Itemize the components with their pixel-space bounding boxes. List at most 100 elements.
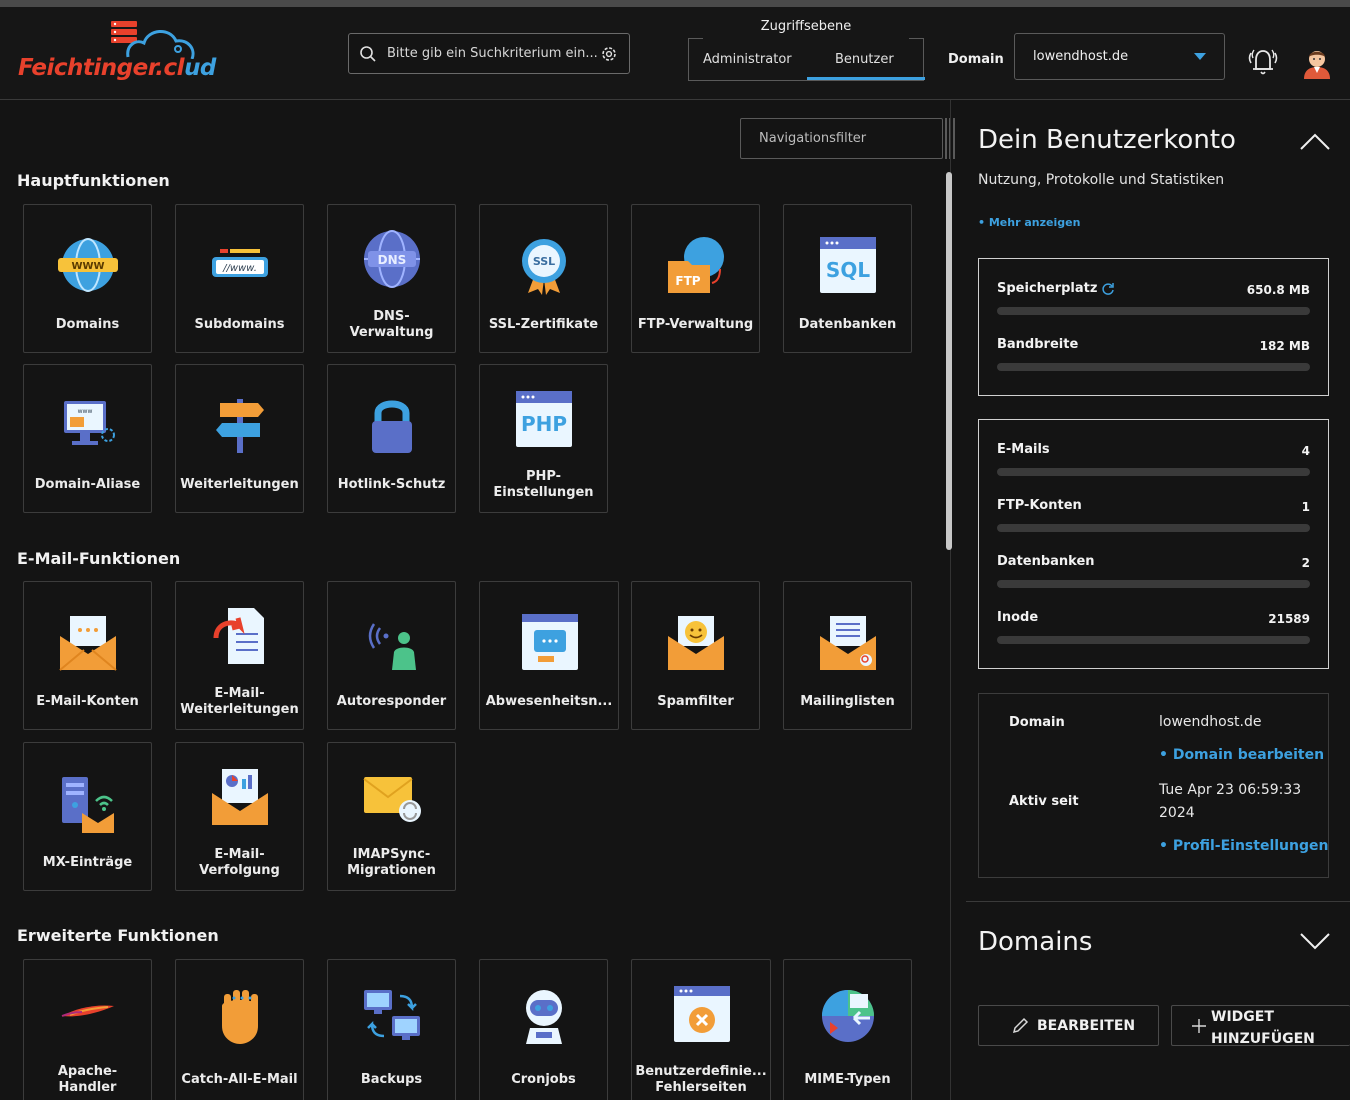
tile-label: FTP-Verwaltung	[637, 317, 754, 332]
show-more-link[interactable]: • Mehr anzeigen	[978, 216, 1080, 229]
section-title-advanced: Erweiterte Funktionen	[17, 926, 219, 945]
tile-mx-eintraege[interactable]: MX-Einträge	[23, 742, 152, 891]
tile-label: Mailinglisten	[800, 694, 895, 709]
access-level-tabs: Administrator Benutzer	[688, 38, 925, 81]
tile-hotlink-schutz[interactable]: Hotlink-Schutz	[327, 364, 456, 513]
tile-e-mail-weiterleitungen[interactable]: E-Mail- Weiterleitungen	[175, 581, 304, 730]
tile-label: Datenbanken	[798, 317, 897, 332]
tile-cronjobs[interactable]: Cronjobs	[479, 959, 608, 1100]
navigation-filter-input[interactable]: Navigationsfilter	[740, 118, 943, 159]
edit-button[interactable]: BEARBEITEN	[978, 1005, 1159, 1046]
tile-backups[interactable]: Backups	[327, 959, 456, 1100]
tile-label: Autoresponder	[336, 694, 447, 709]
tile-apache-handler[interactable]: Apache- Handler	[23, 959, 152, 1100]
domain-alias-monitor-icon: www	[64, 401, 115, 445]
count-progress-bar	[997, 636, 1310, 644]
stat-value: 182 MB	[1259, 339, 1310, 353]
tile-e-mail-konten[interactable]: E-Mail-Konten	[23, 581, 152, 730]
refresh-icon[interactable]	[1101, 282, 1115, 296]
edit-domain-link[interactable]: • Domain bearbeiten	[1159, 747, 1324, 763]
account-panel-subtitle: Nutzung, Protokolle und Statistiken	[978, 172, 1225, 188]
backups-computers-icon	[364, 990, 420, 1040]
tile-label: E-Mail- Verfolgung	[199, 847, 280, 878]
window-top-strip	[0, 0, 1350, 7]
tile-label: IMAPSync- Migrationen	[347, 847, 436, 878]
tile-ftp-verwaltung[interactable]: FTP FTP-Verwaltung	[631, 204, 760, 353]
tile-ssl-zertifikate[interactable]: SSL SSL-Zertifikate	[479, 204, 608, 353]
access-level-switch: Zugriffsebene Administrator Benutzer	[688, 19, 925, 81]
tab-administrator[interactable]: Administrator	[703, 52, 792, 67]
tile-php-einstellungen[interactable]: PHP PHP- Einstellungen	[479, 364, 608, 513]
tile-abwesenheitsnotiz[interactable]: Abwesenheitsn...	[479, 581, 619, 730]
mx-server-icon	[62, 777, 114, 833]
tile-label: Weiterleitungen	[180, 477, 299, 492]
count-progress-bar	[997, 524, 1310, 532]
brand-logo[interactable]: Feichtinger.clud	[18, 19, 233, 89]
domain-select-label: Domain	[948, 52, 1004, 67]
mail-tracking-envelope-icon	[212, 769, 268, 825]
tile-label: MX-Einträge	[42, 855, 133, 870]
profile-settings-link[interactable]: • Profil-Einstellungen	[1159, 838, 1328, 854]
tile-label: E-Mail- Weiterleitungen	[180, 686, 299, 717]
tile-subdomains[interactable]: //www. Subdomains	[175, 204, 304, 353]
subdomain-bar-icon: //www.	[212, 249, 268, 277]
info-domain-label: Domain	[1009, 715, 1065, 730]
count-stat-emails: E-Mails 4	[997, 442, 1310, 476]
svg-text:FTP: FTP	[675, 274, 700, 288]
tab-benutzer[interactable]: Benutzer	[835, 52, 894, 67]
gear-icon[interactable]	[600, 45, 618, 63]
count-progress-bar	[997, 468, 1310, 476]
search-box[interactable]: Bitte gib ein Suchkriterium ein...	[348, 33, 630, 74]
tile-label: Backups	[360, 1072, 423, 1087]
mime-types-icon	[822, 990, 874, 1042]
tile-dns-verwaltung[interactable]: DNS DNS- Verwaltung	[327, 204, 456, 353]
stat-name: Bandbreite	[997, 337, 1079, 352]
add-widget-label-line2: HINZUFÜGEN	[1211, 1031, 1315, 1047]
usage-stat-bandwidth: Bandbreite 182 MB	[997, 337, 1310, 371]
count-stat-ftp: FTP-Konten 1	[997, 498, 1310, 532]
stat-value: 650.8 MB	[1246, 283, 1310, 297]
catch-all-hand-icon	[222, 990, 258, 1044]
avatar[interactable]	[1301, 45, 1333, 79]
ssl-badge-icon: SSL	[522, 239, 566, 295]
domains-panel-title: Domains	[978, 927, 1093, 957]
tile-domain-aliase[interactable]: www Domain-Aliase	[23, 364, 152, 513]
tile-domains[interactable]: WWW Domains	[23, 204, 152, 353]
search-input[interactable]: Bitte gib ein Suchkriterium ein...	[387, 46, 598, 61]
tile-mime-typen[interactable]: MIME-Typen	[783, 959, 912, 1100]
active-tab-indicator	[807, 77, 925, 80]
stat-name: Speicherplatz	[997, 281, 1098, 296]
ftp-folder-icon: FTP	[668, 237, 724, 293]
scrollbar-thumb[interactable]	[946, 172, 952, 550]
tile-catch-all-e-mail[interactable]: Catch-All-E-Mail	[175, 959, 304, 1100]
alarm-bell-icon[interactable]	[1246, 45, 1280, 77]
sql-window-icon: SQL	[820, 237, 876, 293]
tile-e-mail-verfolgung[interactable]: E-Mail- Verfolgung	[175, 742, 304, 891]
tile-datenbanken[interactable]: SQL Datenbanken	[783, 204, 912, 353]
tile-label: Abwesenheitsn...	[485, 694, 613, 709]
add-widget-button[interactable]: WIDGET HINZUFÜGEN	[1171, 1005, 1350, 1047]
spamfilter-envelope-icon	[668, 616, 724, 670]
tile-label: DNS- Verwaltung	[349, 309, 434, 340]
count-stat-databases: Datenbanken 2	[997, 554, 1310, 588]
chevron-up-icon[interactable]	[1299, 131, 1331, 151]
active-date-line: Tue Apr 23 06:59:33	[1159, 782, 1302, 798]
php-window-icon: PHP	[516, 391, 572, 447]
tile-label: Cronjobs	[511, 1072, 576, 1087]
tile-spamfilter[interactable]: Spamfilter	[631, 581, 760, 730]
chevron-down-icon[interactable]	[1299, 932, 1331, 952]
usage-progress-bar	[997, 307, 1310, 315]
count-stat-inode: Inode 21589	[997, 610, 1310, 644]
pencil-icon	[1012, 1017, 1029, 1034]
domain-select[interactable]: lowendhost.de	[1014, 33, 1225, 80]
tile-benutzerdefinierte-fehlerseiten[interactable]: Benutzerdefinie... Fehlerseiten	[631, 959, 771, 1100]
usage-stat-storage: Speicherplatz 650.8 MB	[997, 281, 1310, 315]
panel-resize-handle[interactable]	[943, 118, 955, 159]
tile-imapsync-migrationen[interactable]: IMAPSync- Migrationen	[327, 742, 456, 891]
svg-text:SSL: SSL	[533, 255, 555, 268]
tile-mailinglisten[interactable]: Mailinglisten	[783, 581, 912, 730]
tile-weiterleitungen[interactable]: Weiterleitungen	[175, 364, 304, 513]
tile-label: PHP- Einstellungen	[493, 469, 594, 500]
tile-autoresponder[interactable]: Autoresponder	[327, 581, 456, 730]
usage-box: Speicherplatz 650.8 MB Bandbreite 182 MB	[978, 258, 1329, 396]
